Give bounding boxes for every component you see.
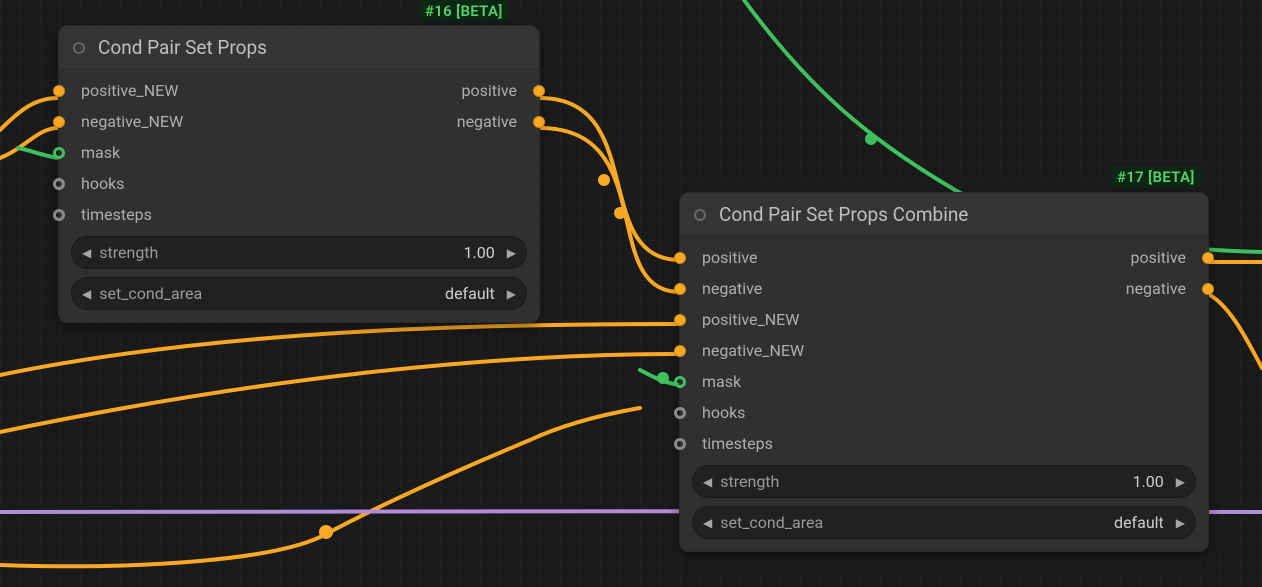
input-label: negative_NEW — [81, 112, 183, 131]
widget-label: set_cond_area — [720, 513, 823, 532]
output-port-positive[interactable] — [533, 85, 545, 97]
input-port-mask[interactable] — [674, 376, 686, 388]
collapse-toggle-icon[interactable] — [73, 42, 85, 54]
io-row-positive: positive positive — [680, 242, 1208, 273]
widget-value[interactable]: default — [1114, 513, 1164, 532]
prev-arrow-icon[interactable]: ◀ — [80, 287, 93, 301]
input-label: hooks — [81, 174, 124, 193]
prev-arrow-icon[interactable]: ◀ — [701, 516, 714, 530]
widget-value[interactable]: 1.00 — [464, 243, 495, 262]
next-arrow-icon[interactable]: ▶ — [505, 287, 518, 301]
io-row-negative-new: negative_NEW — [680, 335, 1208, 366]
widget-label: strength — [720, 472, 779, 491]
widget-value[interactable]: default — [445, 284, 495, 303]
io-row-negative: negative negative — [680, 273, 1208, 304]
node-header[interactable]: Cond Pair Set Props — [59, 26, 539, 69]
io-row-timesteps: timesteps — [680, 428, 1208, 459]
increment-arrow-icon[interactable]: ▶ — [1174, 475, 1187, 489]
input-port-negative-new[interactable] — [674, 345, 686, 357]
node-cond-pair-set-props-combine[interactable]: Cond Pair Set Props Combine positive pos… — [679, 192, 1209, 552]
io-row-positive-new: positive_NEW — [680, 304, 1208, 335]
input-port-hooks[interactable] — [674, 407, 686, 419]
node-cond-pair-set-props[interactable]: Cond Pair Set Props positive_NEW positiv… — [58, 25, 540, 323]
io-row-negative: negative_NEW negative — [59, 106, 539, 137]
input-label: positive_NEW — [702, 310, 799, 329]
output-port-negative[interactable] — [533, 116, 545, 128]
input-port-timesteps[interactable] — [53, 209, 65, 221]
output-port-negative[interactable] — [1202, 283, 1214, 295]
increment-arrow-icon[interactable]: ▶ — [505, 246, 518, 260]
input-label: positive — [702, 248, 758, 267]
input-port-positive-new[interactable] — [674, 314, 686, 326]
output-label: positive — [1130, 248, 1186, 267]
input-label: timesteps — [702, 434, 773, 453]
next-arrow-icon[interactable]: ▶ — [1174, 516, 1187, 530]
widget-label: set_cond_area — [99, 284, 202, 303]
io-row-mask: mask — [680, 366, 1208, 397]
widget-set-cond-area[interactable]: ◀ set_cond_area default ▶ — [692, 506, 1196, 539]
collapse-toggle-icon[interactable] — [694, 209, 706, 221]
io-row-mask: mask — [59, 137, 539, 168]
node-badge-16: #16 [BETA] — [419, 0, 509, 22]
widget-value[interactable]: 1.00 — [1133, 472, 1164, 491]
input-label: negative_NEW — [702, 341, 804, 360]
input-port-timesteps[interactable] — [674, 438, 686, 450]
node-badge-17: #17 [BETA] — [1111, 166, 1201, 188]
decrement-arrow-icon[interactable]: ◀ — [80, 246, 93, 260]
input-port-positive[interactable] — [674, 252, 686, 264]
decrement-arrow-icon[interactable]: ◀ — [701, 475, 714, 489]
input-port-mask[interactable] — [53, 147, 65, 159]
io-row-positive: positive_NEW positive — [59, 75, 539, 106]
output-label: negative — [1126, 279, 1186, 298]
io-row-hooks: hooks — [59, 168, 539, 199]
input-label: mask — [81, 143, 120, 162]
node-body: positive positive negative negative posi… — [680, 236, 1208, 551]
input-port-hooks[interactable] — [53, 178, 65, 190]
output-label: positive — [461, 81, 517, 100]
input-label: mask — [702, 372, 741, 391]
input-port-negative-new[interactable] — [53, 116, 65, 128]
widget-set-cond-area[interactable]: ◀ set_cond_area default ▶ — [71, 277, 527, 310]
output-port-positive[interactable] — [1202, 252, 1214, 264]
widget-strength[interactable]: ◀ strength 1.00 ▶ — [692, 465, 1196, 498]
node-body: positive_NEW positive negative_NEW negat… — [59, 69, 539, 322]
input-label: timesteps — [81, 205, 152, 224]
input-label: hooks — [702, 403, 745, 422]
node-title: Cond Pair Set Props — [98, 36, 267, 59]
node-header[interactable]: Cond Pair Set Props Combine — [680, 193, 1208, 236]
widget-label: strength — [99, 243, 158, 262]
input-label: negative — [702, 279, 762, 298]
io-row-timesteps: timesteps — [59, 199, 539, 230]
input-port-positive-new[interactable] — [53, 85, 65, 97]
output-label: negative — [457, 112, 517, 131]
widget-strength[interactable]: ◀ strength 1.00 ▶ — [71, 236, 527, 269]
input-port-negative[interactable] — [674, 283, 686, 295]
input-label: positive_NEW — [81, 81, 178, 100]
io-row-hooks: hooks — [680, 397, 1208, 428]
node-title: Cond Pair Set Props Combine — [719, 203, 968, 226]
